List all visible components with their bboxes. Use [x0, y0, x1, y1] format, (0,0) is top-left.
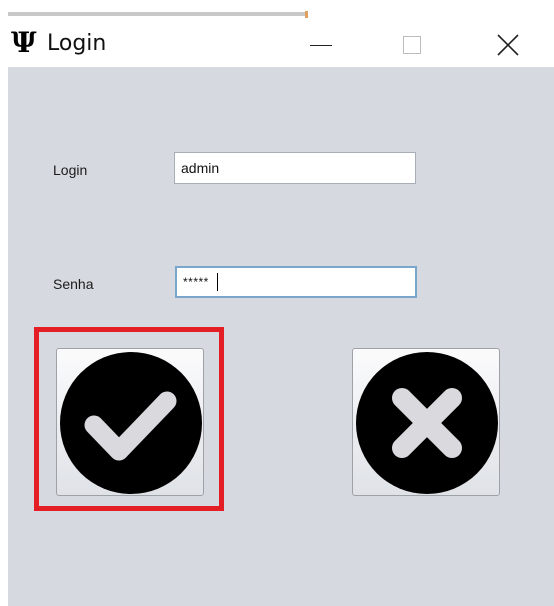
- maximize-button[interactable]: [389, 22, 435, 67]
- top-strip: [0, 0, 554, 22]
- window-title: Login: [47, 31, 107, 56]
- close-icon: [497, 33, 519, 56]
- login-window: Ψ Login Login Senha: [8, 22, 554, 606]
- login-input[interactable]: [174, 152, 416, 184]
- close-button[interactable]: [485, 22, 531, 67]
- cancel-button[interactable]: [352, 348, 500, 496]
- maximize-icon: [403, 35, 421, 54]
- password-input[interactable]: [175, 266, 417, 298]
- background-tab-bar: [8, 12, 308, 16]
- password-label: Senha: [53, 276, 94, 292]
- minimize-button[interactable]: [298, 22, 344, 67]
- background-tab-accent: [305, 11, 308, 18]
- psi-app-icon: Ψ: [11, 26, 37, 59]
- title-bar[interactable]: Ψ Login: [8, 22, 554, 67]
- confirm-button[interactable]: [56, 348, 204, 496]
- x-icon: [356, 352, 498, 494]
- minimize-icon: [310, 44, 332, 47]
- login-label: Login: [53, 162, 88, 178]
- text-caret: [217, 273, 218, 291]
- check-icon: [60, 352, 202, 494]
